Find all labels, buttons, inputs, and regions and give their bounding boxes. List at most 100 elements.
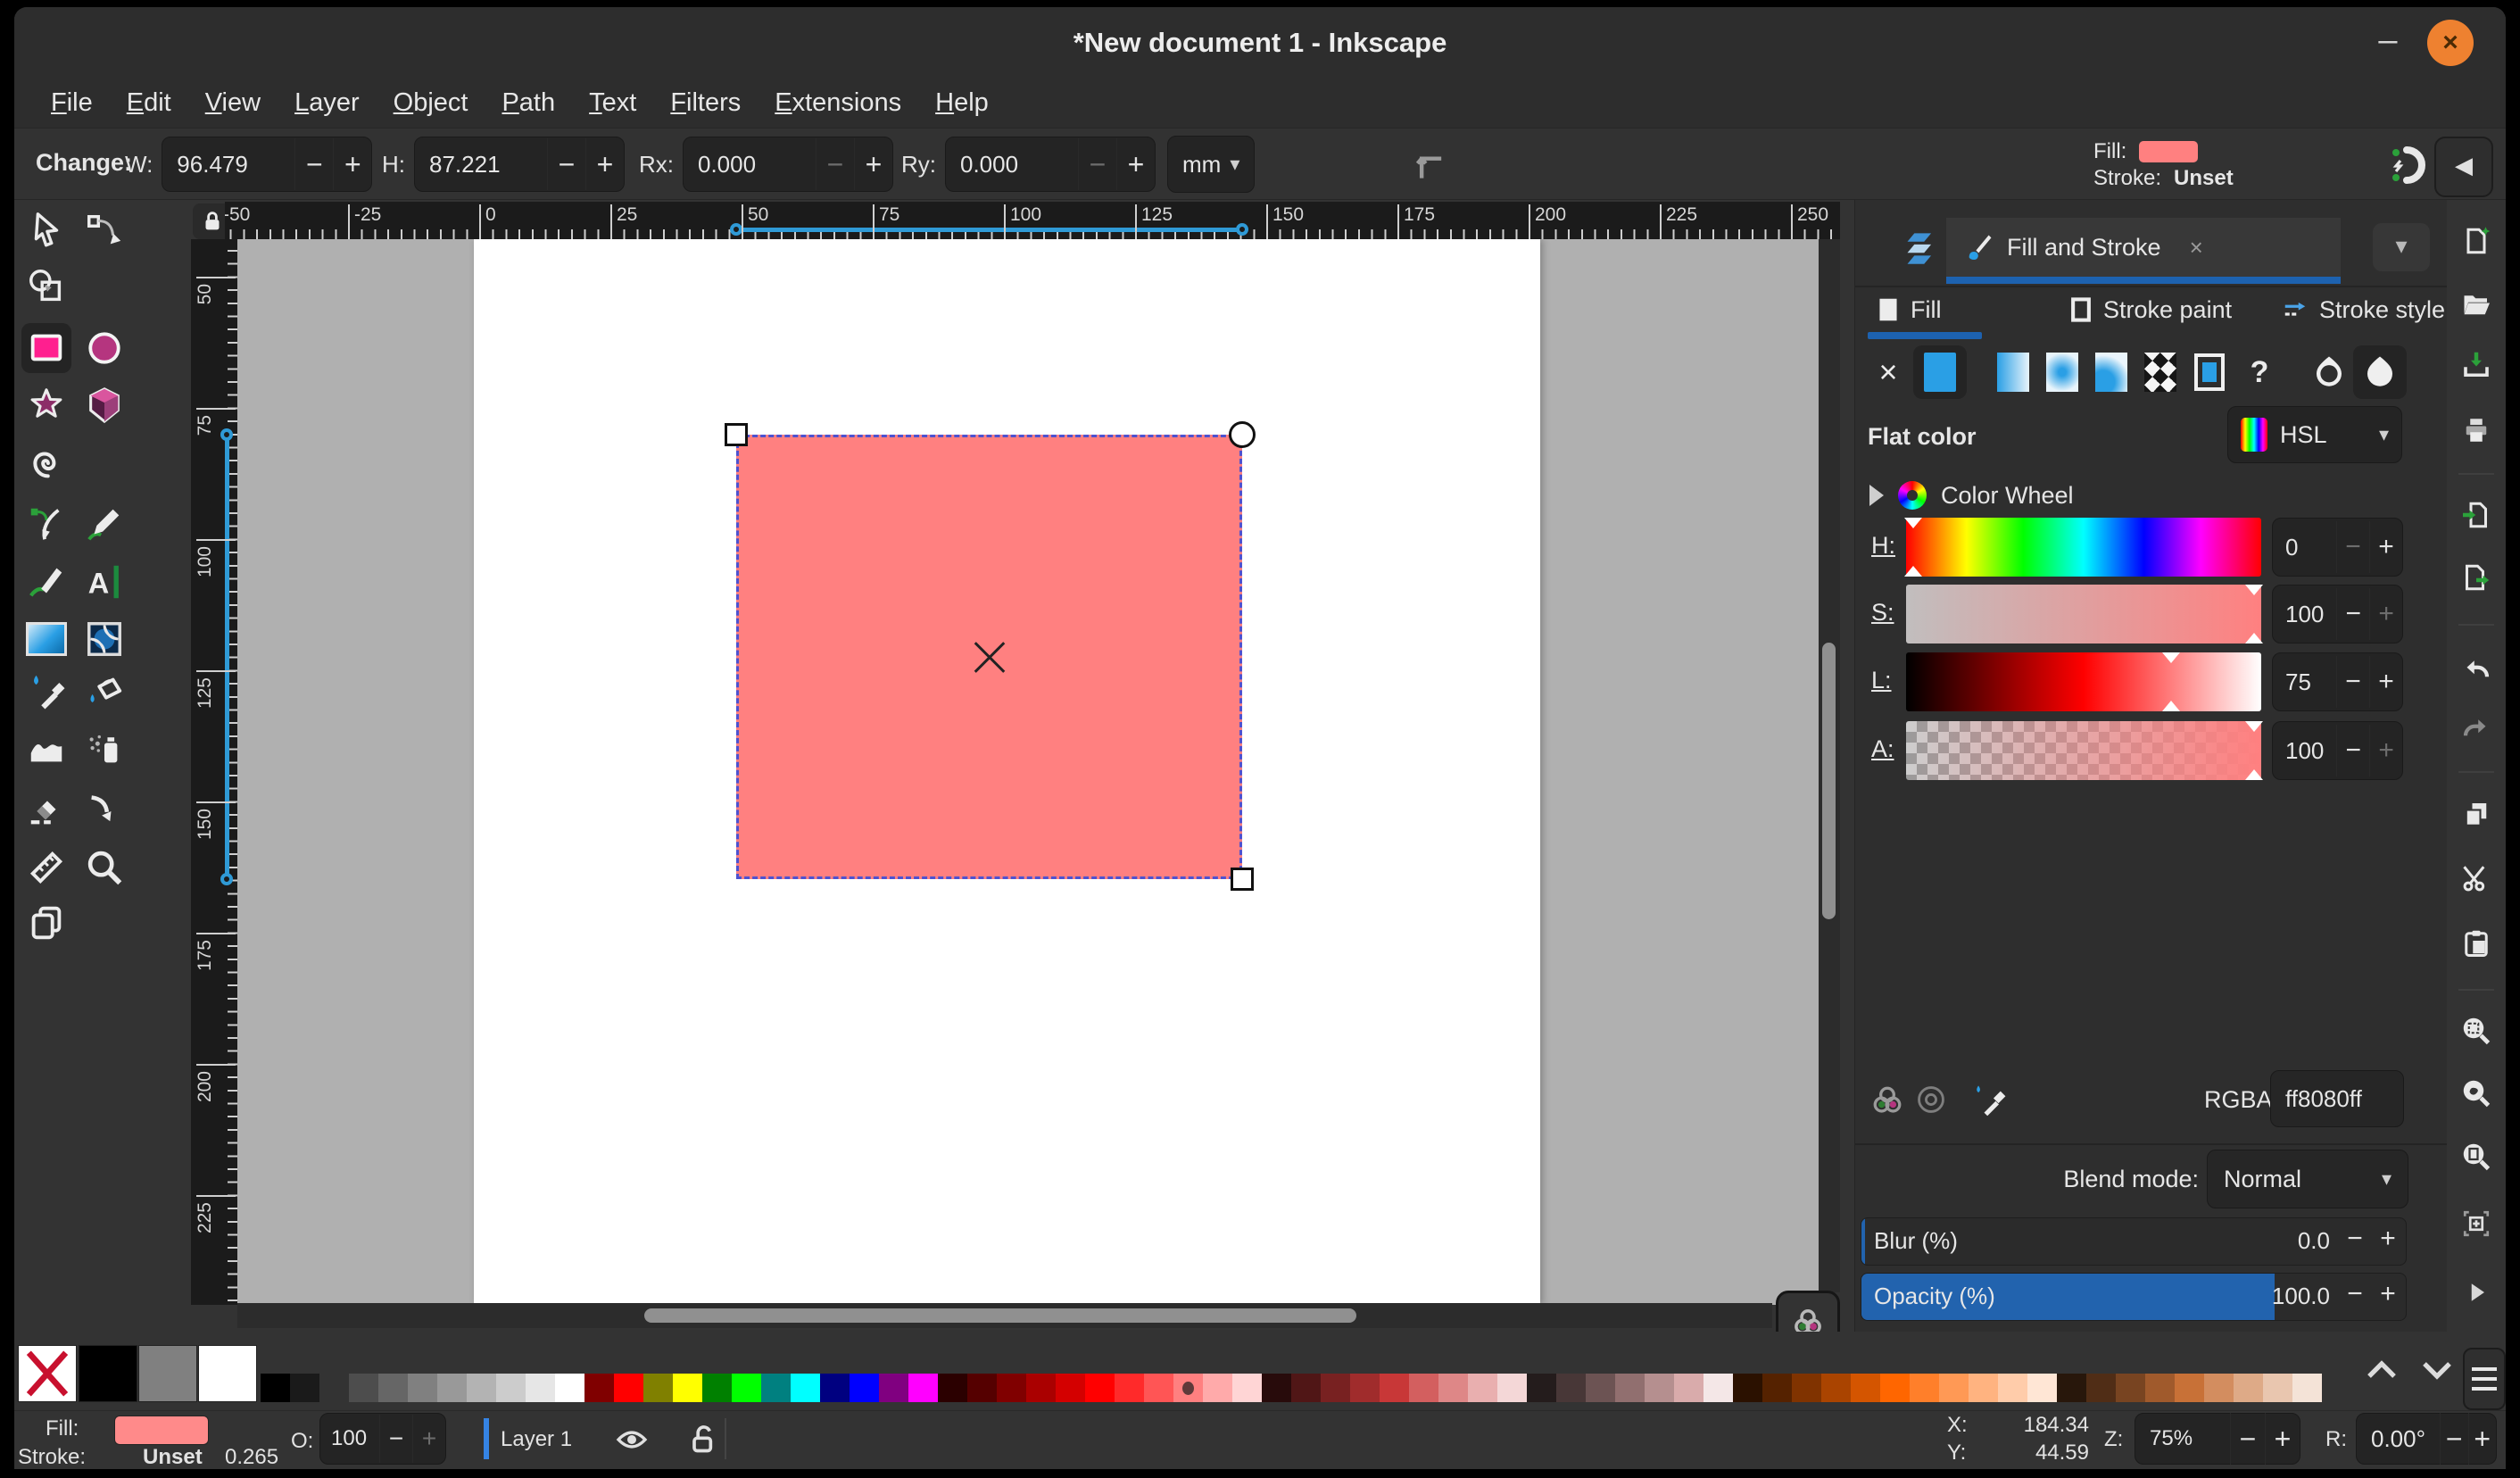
palette-swatch[interactable] (997, 1374, 1026, 1402)
cut-icon[interactable] (2460, 862, 2492, 894)
statusbar-opacity-spinbox[interactable]: 100 − + (319, 1413, 446, 1465)
palette-swatch[interactable] (1792, 1374, 1821, 1402)
alpha-increment[interactable]: + (2369, 725, 2402, 776)
paint-swatch-icon[interactable] (2191, 352, 2228, 393)
hue-increment[interactable]: + (2369, 521, 2402, 573)
palette-swatch[interactable] (2145, 1374, 2175, 1402)
layer-unlock-icon[interactable] (685, 1422, 721, 1457)
palette-swatch[interactable] (1674, 1374, 1703, 1402)
layer-visibility-eye-icon[interactable] (614, 1422, 650, 1457)
palette-swatch[interactable] (1615, 1374, 1645, 1402)
palette-swatch[interactable] (702, 1374, 732, 1402)
palette-swatch[interactable] (1821, 1374, 1851, 1402)
palette-swatch[interactable] (1645, 1374, 1674, 1402)
palette-swatch[interactable] (261, 1374, 290, 1402)
menu-edit[interactable]: Edit (110, 83, 188, 123)
menu-extensions[interactable]: Extensions (758, 83, 918, 123)
close-button[interactable]: × (2427, 20, 2474, 66)
palette-swatch[interactable] (2204, 1374, 2234, 1402)
export-icon[interactable] (2460, 561, 2492, 594)
tool-pencil[interactable] (79, 499, 129, 549)
palette-swatch[interactable] (2263, 1374, 2292, 1402)
palette-swatch[interactable] (820, 1374, 850, 1402)
color-wheel-small-icon[interactable] (1868, 1081, 1907, 1120)
redo-icon[interactable] (2460, 712, 2492, 744)
paint-pattern-icon[interactable] (2142, 352, 2179, 393)
zoom-value[interactable]: 75% (2135, 1426, 2230, 1451)
ry-decrement[interactable]: − (1078, 138, 1116, 190)
tool-connector[interactable] (79, 783, 129, 833)
palette-swatch[interactable] (378, 1374, 408, 1402)
statusbar-stroke-width[interactable]: 0.265 (225, 1445, 278, 1469)
menu-file[interactable]: File (34, 83, 110, 123)
palette-swatch[interactable] (2027, 1374, 2057, 1402)
saturation-value[interactable]: 100 (2273, 601, 2336, 628)
palette-swatch[interactable] (761, 1374, 791, 1402)
palette-menu-button[interactable] (2463, 1348, 2506, 1410)
palette-swatch[interactable] (1380, 1374, 1409, 1402)
zoom-center-page-icon[interactable] (2460, 1208, 2492, 1240)
fill-indicator-swatch[interactable] (2139, 141, 2199, 162)
tab-stroke-style[interactable]: Stroke style (2282, 289, 2445, 330)
resize-handle-bottom-right[interactable] (1231, 868, 1254, 891)
palette-swatch[interactable] (2116, 1374, 2145, 1402)
close-icon[interactable]: × (2190, 234, 2203, 262)
height-increment[interactable]: + (585, 138, 624, 190)
palette-swatch[interactable] (467, 1374, 496, 1402)
palette-swatch[interactable] (732, 1374, 761, 1402)
unit-dropdown[interactable]: mm ▾ (1167, 136, 1256, 193)
tab-fill-and-stroke[interactable]: Fill and Stroke × (1946, 218, 2341, 277)
tool-dropper[interactable] (21, 666, 71, 716)
rx-value[interactable]: 0.000 (684, 151, 816, 179)
palette-swatch[interactable] (1733, 1374, 1762, 1402)
menu-layer[interactable]: Layer (278, 83, 377, 123)
palette-swatch[interactable] (614, 1374, 643, 1402)
palette-swatch[interactable] (643, 1374, 673, 1402)
width-value[interactable]: 96.479 (162, 151, 294, 179)
rotation-center-icon[interactable] (969, 637, 1010, 678)
palette-swatch[interactable] (1880, 1374, 1910, 1402)
palette-swatch[interactable] (967, 1374, 997, 1402)
save-document-icon[interactable] (2460, 349, 2492, 381)
statusbar-opacity-value[interactable]: 100 (320, 1426, 379, 1451)
print-icon[interactable] (2460, 414, 2492, 446)
rgba-input[interactable]: ff8080ff (2270, 1070, 2404, 1127)
tool-tweak[interactable] (21, 725, 71, 775)
fill-rule-evenodd-icon[interactable] (2310, 352, 2348, 393)
ry-increment[interactable]: + (1116, 138, 1155, 190)
palette-swatch[interactable] (290, 1374, 319, 1402)
palette-swatch[interactable] (938, 1374, 967, 1402)
current-layer-label[interactable]: Layer 1 (501, 1427, 572, 1452)
tool-spray[interactable] (79, 725, 129, 775)
lightness-increment[interactable]: + (2369, 656, 2402, 708)
undo-icon[interactable] (2460, 653, 2492, 685)
palette-swatch[interactable] (1998, 1374, 2027, 1402)
palette-scroll-up[interactable] (2363, 1357, 2400, 1383)
palette-swatch[interactable] (908, 1374, 938, 1402)
swatch-none[interactable] (18, 1345, 77, 1402)
paint-radial-gradient-icon[interactable] (2043, 352, 2081, 393)
palette-scroll-down[interactable] (2418, 1357, 2456, 1383)
paint-flat-color-icon[interactable] (1921, 352, 1959, 393)
tool-measure[interactable] (21, 843, 71, 893)
saturation-slider[interactable] (1906, 585, 2263, 644)
palette-swatch[interactable] (1851, 1374, 1880, 1402)
palette-swatch[interactable] (349, 1374, 378, 1402)
zoom-page-icon[interactable] (2460, 1141, 2492, 1173)
palette-swatch[interactable] (2057, 1374, 2086, 1402)
saturation-increment[interactable]: + (2369, 588, 2402, 640)
palette-swatch[interactable] (1497, 1374, 1527, 1402)
menu-object[interactable]: Object (377, 83, 485, 123)
corner-radius-handle[interactable] (1229, 421, 1256, 448)
resize-handle-top-left[interactable] (725, 423, 748, 446)
palette-swatch[interactable] (1438, 1374, 1468, 1402)
palette-swatch[interactable] (1115, 1374, 1144, 1402)
palette-swatch[interactable] (791, 1374, 820, 1402)
palette-swatch[interactable] (437, 1374, 467, 1402)
vertical-scrollbar[interactable] (1819, 239, 1840, 1292)
alpha-value[interactable]: 100 (2273, 737, 2336, 765)
opacity-decrement[interactable]: − (2339, 1279, 2371, 1309)
fill-rule-nonzero-icon[interactable] (2361, 352, 2399, 393)
palette-swatch[interactable] (1232, 1374, 1262, 1402)
tool-eraser[interactable] (21, 783, 71, 833)
